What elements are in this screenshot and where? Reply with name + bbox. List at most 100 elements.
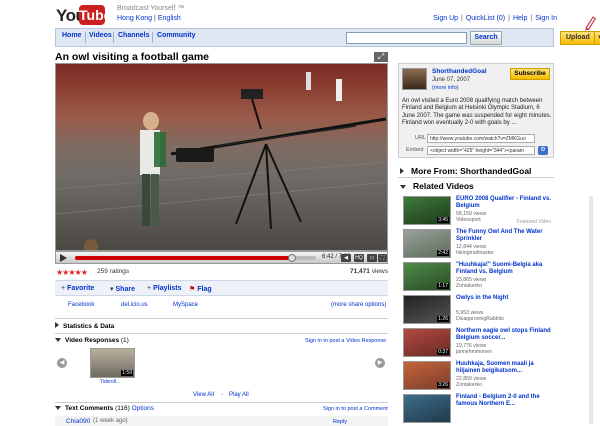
reply-link[interactable]: Reply — [333, 419, 347, 425]
play-icon[interactable] — [60, 254, 67, 262]
tagline: Broadcast Yourself ™ — [117, 5, 185, 12]
related-video-item[interactable]: 1:26 Owlys in the Night 5,953 views Disappr… — [403, 293, 553, 328]
more-share-options-link[interactable]: (more share options) — [331, 302, 386, 308]
flag-button[interactable]: ⚑ Flag — [189, 285, 212, 293]
related-video-author[interactable]: Zontakerko — [456, 283, 482, 289]
channel-avatar[interactable] — [402, 68, 427, 90]
text-comments-toggle[interactable]: Text Comments (116) Options — [55, 405, 154, 412]
upload-button[interactable]: Upload ▼ — [560, 31, 600, 45]
related-video-title[interactable]: "Huuhkaja!" Suomi-Belgia aka Finland vs.… — [456, 262, 552, 276]
tab-community[interactable]: Community — [157, 32, 196, 39]
commenter-link[interactable]: Chia090 — [66, 418, 90, 425]
chevron-down-icon[interactable]: ▼ — [594, 32, 600, 44]
help-link[interactable]: Help — [513, 15, 527, 22]
related-video-thumbnail[interactable] — [403, 394, 451, 423]
related-video-item[interactable]: 1:17 "Huuhkaja!" Suomi-Belgia aka Finland… — [403, 260, 553, 295]
related-video-thumbnail[interactable]: 3:26 — [403, 361, 451, 390]
share-delicious-link[interactable]: del.icio.us — [121, 302, 148, 308]
expand-arrow-icon — [55, 322, 59, 328]
tab-channels[interactable]: Channels — [118, 32, 150, 39]
divider — [55, 318, 388, 319]
related-video-title[interactable]: Owlys in the Night — [456, 295, 552, 302]
share-myspace-link[interactable]: MySpace — [173, 302, 198, 308]
view-all-link[interactable]: View All — [193, 392, 214, 398]
channel-name-link[interactable]: ShorthandedGoal — [432, 68, 487, 75]
language-link[interactable]: English — [158, 15, 181, 22]
related-video-title[interactable]: Northern eagle owl stops Finland Belgium… — [456, 328, 552, 342]
collapse-arrow-icon — [400, 184, 406, 189]
related-video-duration: 3:45 — [437, 217, 449, 223]
flag-label: Flag — [197, 286, 212, 293]
prev-arrow-icon[interactable]: ◀ — [57, 358, 67, 368]
popout-icon[interactable]: ▭ — [367, 254, 377, 262]
more-from-toggle[interactable]: More From: ShorthandedGoal — [400, 166, 531, 176]
related-video-item[interactable]: 3:26 Huuhkaja, Suomen maali ja hiljainen … — [403, 359, 553, 394]
sign-up-link[interactable]: Sign Up — [433, 15, 458, 22]
progress-bar[interactable] — [75, 254, 316, 262]
rating-stars[interactable]: ★★★★★ — [56, 268, 88, 277]
response-thumbnail[interactable]: 1:59 — [90, 348, 135, 378]
related-video-thumbnail[interactable]: 2:42 — [403, 229, 451, 258]
nav-divider — [113, 32, 114, 43]
statistics-toggle[interactable]: Statistics & Data — [55, 322, 114, 330]
comment-options-link[interactable]: Options — [132, 405, 154, 412]
related-video-author[interactable]: DisapprovingRabbits — [456, 316, 504, 322]
next-arrow-icon[interactable]: ▶ — [375, 358, 385, 368]
related-video-author[interactable]: hikingtrailmaster — [456, 250, 494, 256]
region-selector: Hong Kong | English — [117, 15, 181, 22]
hq-toggle[interactable]: HQ — [354, 254, 364, 262]
related-video-thumbnail[interactable]: 1:26 — [403, 295, 451, 324]
share-facebook-link[interactable]: Facebook — [68, 302, 94, 308]
expand-player-icon[interactable]: ⤢ — [374, 52, 388, 62]
related-video-author[interactable]: Videosport — [456, 217, 481, 223]
play-all-link[interactable]: Play All — [229, 392, 249, 398]
search-button[interactable]: Search — [470, 31, 502, 45]
related-video-thumbnail[interactable]: 3:45 — [403, 196, 451, 225]
flag-icon: ⚑ — [189, 286, 196, 293]
quicklist-link[interactable]: QuickList (0) — [466, 15, 505, 22]
related-video-author[interactable]: jannehmmonen — [456, 349, 492, 355]
divider — [55, 333, 388, 334]
related-video-thumbnail[interactable]: 1:17 — [403, 262, 451, 291]
pencil-icon[interactable] — [583, 13, 597, 31]
video-title: An owl visiting a football game — [55, 51, 210, 63]
search-input[interactable] — [346, 32, 467, 44]
video-responses-toggle[interactable]: Video Responses (1) — [55, 337, 129, 344]
url-field[interactable]: http://www.youtube.com/watch?v=ZMKGuo — [427, 134, 535, 143]
favorite-button[interactable]: + Favorite — [61, 285, 94, 292]
video-player[interactable] — [55, 63, 388, 251]
tab-home[interactable]: Home — [62, 32, 81, 39]
related-video-item[interactable]: 3:45 EURO 2008 Qualifier - Finland vs. Be… — [403, 194, 553, 229]
related-video-item[interactable]: 2:42 The Funny Owl And The Water Sprinkle… — [403, 227, 553, 262]
sign-in-link[interactable]: Sign In — [535, 15, 557, 22]
collapse-arrow-icon — [55, 338, 61, 343]
share-button[interactable]: ▾ Share — [110, 285, 135, 293]
text-comments-count: (116) — [115, 405, 130, 412]
post-video-response-link[interactable]: Sign in to post a Video Response — [305, 338, 386, 344]
subscribe-button[interactable]: Subscribe — [510, 68, 550, 80]
youtube-logo-tube[interactable]: Tube — [79, 5, 111, 25]
related-videos-toggle[interactable]: Related Videos — [400, 181, 474, 191]
more-info-link[interactable]: (more info) — [432, 85, 459, 91]
tab-videos[interactable]: Videos — [89, 32, 112, 39]
scrollbar[interactable] — [589, 196, 593, 424]
gear-icon[interactable]: ⚙ — [538, 146, 548, 155]
fullscreen-icon[interactable]: ⛶ — [378, 254, 387, 262]
progress-handle[interactable] — [287, 254, 296, 262]
embed-field[interactable]: <object width="425" height="344"><param — [427, 146, 535, 155]
volume-icon[interactable]: ◀ — [341, 254, 351, 262]
related-video-item[interactable]: Finland - Belgium 2-0 and the famous Nor… — [403, 392, 553, 426]
related-video-title[interactable]: Huuhkaja, Suomen maali ja hiljainen belg… — [456, 361, 552, 375]
related-video-item[interactable]: 0:37 Northern eagle owl stops Finland Bel… — [403, 326, 553, 361]
related-video-title[interactable]: The Funny Owl And The Water Sprinkler — [456, 229, 552, 243]
post-comment-link[interactable]: Sign in to post a Comment — [323, 406, 388, 412]
link-separator: - — [221, 392, 223, 398]
region-link[interactable]: Hong Kong — [117, 15, 152, 22]
response-caption[interactable]: Tidsroll... — [100, 379, 120, 385]
related-video-title[interactable]: EURO 2008 Qualifier - Finland vs. Belgiu… — [456, 196, 552, 210]
related-video-thumbnail[interactable]: 0:37 — [403, 328, 451, 357]
related-video-duration: 0:37 — [437, 349, 449, 355]
playlists-button[interactable]: + Playlists — [147, 285, 182, 292]
related-video-author[interactable]: Zontakerko — [456, 382, 482, 388]
related-video-title[interactable]: Finland - Belgium 2-0 and the famous Nor… — [456, 394, 552, 408]
